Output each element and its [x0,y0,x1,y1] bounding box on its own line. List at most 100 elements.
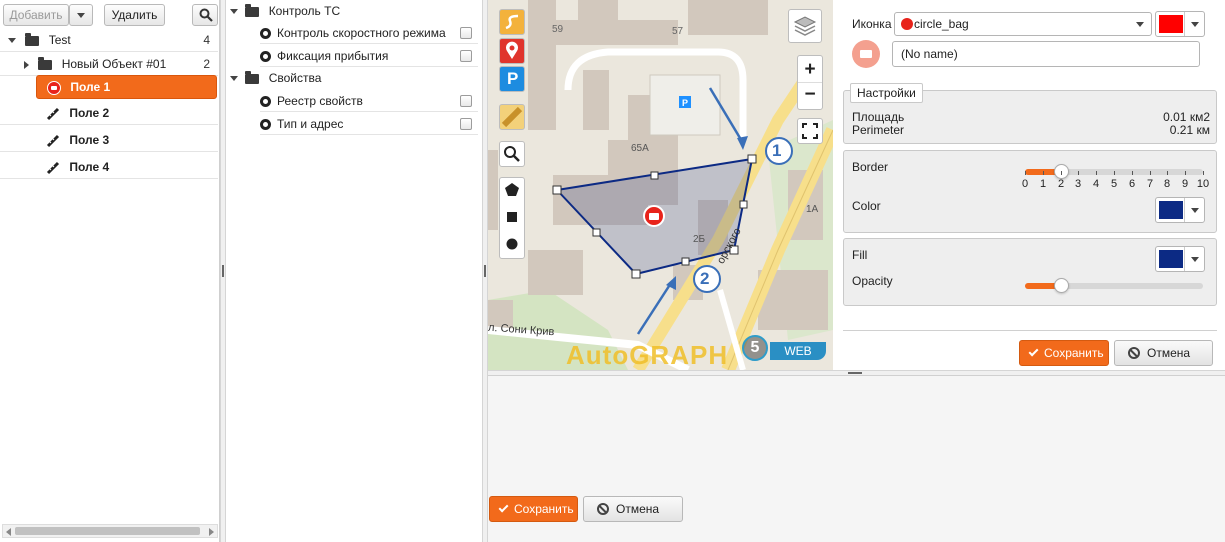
icon-color-picker[interactable] [1155,11,1205,37]
save-label: Сохранить [514,502,574,516]
slider-tick-label: 10 [1196,178,1210,190]
search-button[interactable] [192,4,218,26]
gear-icon [260,51,271,63]
group-properties[interactable]: Свойства [230,67,480,89]
item-label: Фиксация прибытия [277,49,389,63]
item-property-registry[interactable]: Реестр свойств [260,90,478,112]
opacity-slider-thumb[interactable] [1054,278,1069,293]
delete-button[interactable]: Удалить [104,4,165,26]
info-fieldset: Настройки Площадь 0.01 км2 Perimeter 0.2… [843,83,1217,144]
callout-label-1: 1 [772,141,782,160]
tree-item-field-1[interactable]: Поле 1 [36,75,217,99]
item-arrival-fix[interactable]: Фиксация прибытия [260,45,478,67]
speed-control-checkbox[interactable] [460,27,472,39]
icon-preview [852,40,880,68]
map-canvas[interactable]: P [488,0,833,370]
chevron-down-icon [1191,22,1199,27]
property-registry-checkbox[interactable] [460,95,472,107]
ruler-icon [46,134,60,147]
group-vehicle-control[interactable]: Контроль ТС [230,0,480,22]
tree-item-label: Поле 4 [69,160,110,174]
name-field[interactable] [892,41,1200,67]
tree-root-count: 4 [203,33,210,47]
measure-ruler-icon [501,106,523,128]
ruler-tool-button[interactable] [499,104,525,130]
zoom-out-button[interactable]: − [798,83,822,110]
color-dropdown[interactable] [1184,247,1204,271]
zoom-search-button[interactable] [499,141,525,167]
tree-root-test[interactable]: Test 4 [0,28,218,52]
collapsed-arrow-icon [24,60,29,69]
group-label: Свойства [268,71,322,85]
tree-item-field-3[interactable]: Поле 3 [0,128,218,152]
parking-tool-button[interactable]: P [499,66,525,92]
icon-select[interactable]: circle_bag [894,12,1152,36]
border-slider-scale: 0 1 2 3 4 5 6 7 8 9 10 [1022,151,1209,191]
scrollbar-thumb[interactable] [15,527,200,535]
draw-tools-group [499,177,525,259]
route-icon [505,14,519,30]
scroll-left-arrow-icon[interactable] [6,528,11,536]
tree-root-label: Test [48,33,71,47]
slider-tick [1043,171,1044,175]
item-speed-control[interactable]: Контроль скоростного режима [260,22,478,44]
map-pin-icon [506,41,518,59]
circle-bag-icon [47,80,61,95]
area-label: Площадь [852,110,905,124]
tree-item-label: Поле 2 [69,106,110,120]
settings-save-button[interactable]: Сохранить [1019,340,1109,366]
map-view[interactable]: P 59 57 65А 2Б 1А л. Сони Крив орского 1… [488,0,833,370]
slider-tick [1203,171,1204,175]
polygon-draw-icon[interactable] [500,178,524,202]
ruler-icon [46,161,60,174]
slider-tick [1025,171,1026,175]
border-fieldset: Border 0 1 2 3 4 5 6 7 8 9 10 Color [843,150,1217,233]
circle-draw-icon[interactable] [500,232,524,256]
item-label: Реестр свойств [277,94,363,108]
settings-title: Настройки [850,83,923,103]
fullscreen-button[interactable] [797,118,823,144]
footer-cancel-button[interactable]: Отмена [583,496,683,522]
circle-bag-icon [901,18,913,30]
layers-button[interactable] [788,9,822,43]
tree-item-field-2[interactable]: Поле 2 [0,101,218,125]
item-label: Тип и адрес [277,117,344,131]
parking-icon: P [507,69,519,88]
fill-color-picker[interactable] [1155,246,1205,272]
map-label-59: 59 [552,24,564,35]
chevron-down-icon [1136,22,1144,27]
color-label: Color [852,199,881,213]
add-button[interactable]: Добавить [3,4,69,26]
object-tree-panel: Добавить Удалить Test 4 Новый Объект #01… [0,0,220,542]
settings-cancel-button[interactable]: Отмена [1114,340,1213,366]
opacity-slider[interactable] [1025,278,1203,293]
icon-label: Иконка [852,17,892,31]
add-dropdown-button[interactable] [69,4,93,26]
splitter-grip[interactable] [484,265,486,277]
border-color-picker[interactable] [1155,197,1205,223]
tree-item-field-4[interactable]: Поле 4 [0,155,218,179]
arrival-fix-checkbox[interactable] [460,50,472,62]
color-dropdown[interactable] [1184,12,1204,36]
tree-item-label: Поле 1 [70,80,111,94]
horizontal-scrollbar[interactable] [2,524,218,538]
zoom-in-button[interactable]: + [798,56,822,83]
settings-panel: Иконка circle_bag Настройки Площадь 0.01… [833,0,1225,370]
route-tool-button[interactable] [499,9,525,35]
rectangle-draw-icon[interactable] [500,205,524,229]
properties-tree-panel: Контроль ТС Контроль скоростного режима … [226,0,484,542]
splitter-grip[interactable] [848,372,862,374]
type-address-checkbox[interactable] [460,118,472,130]
splitter-grip[interactable] [222,265,224,277]
slider-tick-label: 8 [1163,178,1171,190]
tree-group-object01[interactable]: Новый Объект #01 2 [0,52,218,76]
color-dropdown[interactable] [1184,198,1204,222]
slider-tick [1132,171,1133,175]
item-type-address[interactable]: Тип и адрес [260,113,478,135]
poi-tool-button[interactable] [499,38,525,64]
footer-save-button[interactable]: Сохранить [489,496,578,522]
scroll-right-arrow-icon[interactable] [209,528,214,536]
layers-icon [793,16,817,36]
perimeter-value: 0.21 км [1169,123,1210,137]
search-icon [199,8,213,22]
